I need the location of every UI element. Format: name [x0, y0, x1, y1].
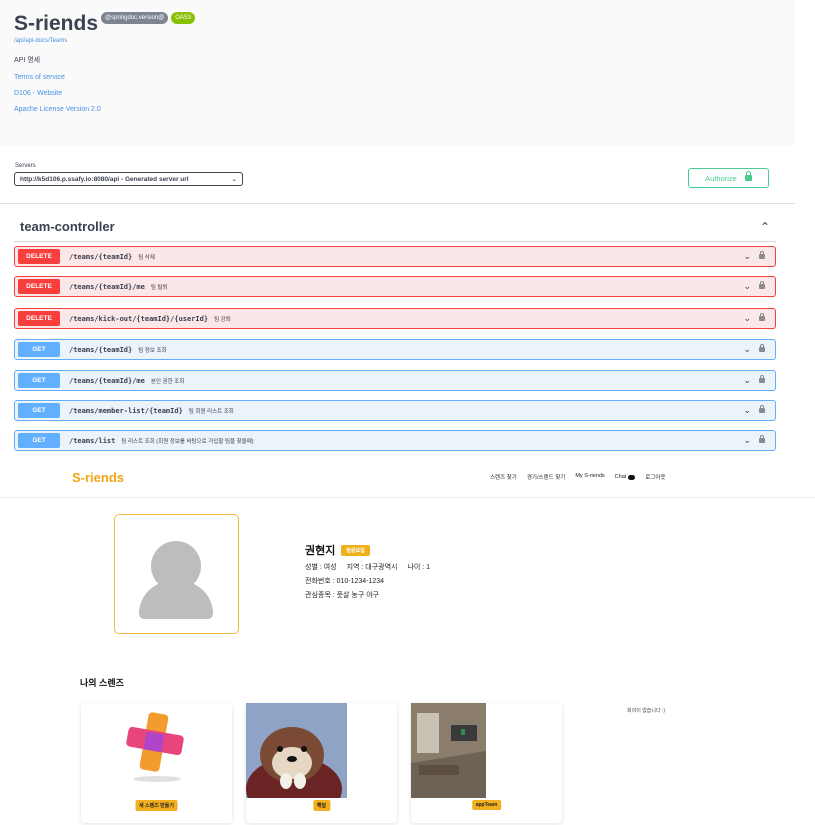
- chevron-down-icon[interactable]: ⌄: [743, 282, 751, 291]
- op-path: /teams/{teamId}/me: [69, 376, 145, 385]
- servers-label: Servers: [15, 163, 36, 169]
- op-summary: 팀 강퇴: [214, 316, 231, 323]
- profile-phone: 전화번호 : 010-1234-1234: [305, 578, 385, 585]
- profile-gender: 성별 : 여성: [305, 564, 337, 571]
- server-select-value: http://k5d106.p.ssafy.io:8080/api - Gene…: [20, 175, 189, 183]
- swagger-title-row: S-riends @springdoc.version@ OAS3: [14, 12, 781, 36]
- method-badge: DELETE: [18, 249, 60, 264]
- nav-find-games[interactable]: 경기/스렌드 찾기: [527, 473, 565, 481]
- nav-my-sriends[interactable]: My S-riends: [575, 473, 604, 481]
- lock-icon[interactable]: [759, 281, 765, 289]
- lock-icon: [744, 171, 752, 181]
- profile-info: 권현지 팀원모집 성별 : 여성 지역 : 대구광역시 나이 : 1 전화번호 …: [305, 542, 438, 600]
- terms-link[interactable]: Terms of service: [14, 74, 781, 81]
- my-teams-title: 나의 스렌즈: [80, 678, 124, 688]
- website-link[interactable]: D106 - Website: [14, 90, 781, 97]
- op-path: /teams/{teamId}: [69, 252, 133, 261]
- card-label: 새 스렌즈 만들기: [135, 800, 178, 811]
- oas-badge: OAS3: [171, 12, 196, 24]
- chevron-down-icon: ⌄: [231, 176, 237, 183]
- op-path: /teams/{teamId}: [69, 345, 133, 354]
- sriends-app: S-riends 스렌즈 찾기 경기/스렌드 찾기 My S-riends Ch…: [0, 458, 815, 825]
- chevron-down-icon[interactable]: ⌄: [743, 314, 751, 323]
- chevron-down-icon[interactable]: ⌄: [743, 345, 751, 354]
- profile-basics: 성별 : 여성 지역 : 대구광역시 나이 : 1: [305, 562, 438, 572]
- avatar-body-icon: [139, 581, 213, 619]
- nav-chat-label: Chat: [614, 474, 627, 480]
- profile-name: 권현지: [305, 545, 336, 557]
- method-badge: GET: [18, 373, 60, 388]
- plus-logo-icon: [126, 712, 184, 782]
- method-badge: DELETE: [18, 279, 60, 294]
- version-badge: @springdoc.version@: [101, 12, 169, 24]
- team-card-otter[interactable]: 해달: [246, 703, 397, 823]
- api-description: API 명세: [14, 57, 41, 64]
- nav-find-friends[interactable]: 스렌즈 찾기: [490, 473, 517, 481]
- opblock-delete-team[interactable]: DELETE /teams/{teamId} 팀 삭제 ⌄: [14, 246, 776, 267]
- nav-logout[interactable]: 로그아웃: [645, 473, 665, 481]
- chevron-down-icon[interactable]: ⌄: [743, 376, 751, 385]
- method-badge: GET: [18, 433, 60, 448]
- method-badge: DELETE: [18, 311, 60, 326]
- op-path: /teams/member-list/{teamId}: [69, 406, 183, 415]
- lock-icon[interactable]: [759, 313, 765, 321]
- authorize-label: Authorize: [705, 173, 737, 183]
- card-label: appTeam: [471, 800, 502, 810]
- room-image: [411, 703, 486, 798]
- op-summary: 팀 리스트 조회 (회원 정보를 바탕으로 가입할 팀을 찾을때): [121, 438, 254, 445]
- profile-badge: 팀원모집: [341, 544, 370, 556]
- profile-avatar-card: [114, 514, 239, 634]
- team-card-create[interactable]: 새 스렌즈 만들기: [81, 703, 232, 823]
- op-path: /teams/{teamId}/me: [69, 282, 145, 291]
- method-badge: GET: [18, 403, 60, 418]
- server-select[interactable]: http://k5d106.p.ssafy.io:8080/api - Gene…: [14, 172, 243, 186]
- chevron-down-icon[interactable]: ⌄: [743, 252, 751, 261]
- team-card-appteam[interactable]: appTeam: [411, 703, 562, 823]
- op-summary: 본인 권한 조회: [150, 378, 185, 385]
- opblock-get-team-list[interactable]: GET /teams/list 팀 리스트 조회 (회원 정보를 바탕으로 가입…: [14, 430, 776, 451]
- license-link[interactable]: Apache License Version 2.0: [14, 106, 781, 113]
- chat-bubble-icon: [628, 474, 636, 480]
- api-title: S-riends: [14, 12, 99, 35]
- method-badge: GET: [18, 342, 60, 357]
- opblock-get-member-list[interactable]: GET /teams/member-list/{teamId} 팀 회원 리스트…: [14, 400, 776, 421]
- op-summary: 팀 정보 조회: [138, 347, 167, 354]
- authorize-button[interactable]: Authorize: [688, 168, 769, 188]
- tag-title: team-controller: [20, 219, 115, 234]
- opblock-get-team-me[interactable]: GET /teams/{teamId}/me 본인 권한 조회 ⌄: [14, 370, 776, 391]
- api-docs-link[interactable]: /api/api-docs/Teams: [14, 38, 781, 44]
- op-summary: 팀 탈퇴: [150, 284, 168, 291]
- chevron-down-icon[interactable]: ⌄: [743, 406, 751, 415]
- chevron-up-icon[interactable]: ⌃: [760, 220, 770, 234]
- chevron-down-icon[interactable]: ⌄: [743, 436, 751, 445]
- op-path: /teams/kick-out/{teamId}/{userId}: [69, 314, 209, 323]
- op-summary: 팀 회원 리스트 조회: [188, 408, 234, 415]
- nav-chat[interactable]: Chat: [615, 473, 636, 481]
- opblock-get-team[interactable]: GET /teams/{teamId} 팀 정보 조회 ⌄: [14, 339, 776, 360]
- profile-interests: 관심종목 : 풋살 농구 야구: [305, 592, 380, 599]
- lock-icon[interactable]: [759, 435, 765, 443]
- opblock-delete-kick-out[interactable]: DELETE /teams/kick-out/{teamId}/{userId}…: [14, 308, 776, 329]
- op-summary: 팀 삭제: [138, 254, 155, 261]
- swagger-info-panel: S-riends @springdoc.version@ OAS3 /api/a…: [0, 0, 795, 146]
- brand-logo[interactable]: S-riends: [72, 470, 124, 485]
- nav-menu: 스렌즈 찾기 경기/스렌드 찾기 My S-riends Chat 로그아웃: [490, 473, 666, 481]
- op-path: /teams/list: [69, 436, 116, 445]
- opblock-delete-team-me[interactable]: DELETE /teams/{teamId}/me 팀 탈퇴 ⌄: [14, 276, 776, 297]
- lock-icon[interactable]: [759, 251, 765, 259]
- otter-image: [246, 703, 347, 798]
- empty-note: 회의이 없습니다 :): [627, 708, 666, 714]
- profile-region: 지역 : 대구광역시: [346, 564, 398, 571]
- lock-icon[interactable]: [759, 375, 765, 383]
- lock-icon[interactable]: [759, 405, 765, 413]
- profile-age: 나이 : 1: [407, 564, 431, 571]
- lock-icon[interactable]: [759, 344, 765, 352]
- top-nav: S-riends 스렌즈 찾기 경기/스렌드 찾기 My S-riends Ch…: [0, 458, 815, 498]
- tag-header-team-controller[interactable]: team-controller ⌃: [14, 212, 776, 242]
- servers-bar: Servers http://k5d106.p.ssafy.io:8080/ap…: [0, 146, 795, 204]
- profile-name-row: 권현지 팀원모집: [305, 542, 438, 558]
- card-label: 해달: [312, 800, 331, 811]
